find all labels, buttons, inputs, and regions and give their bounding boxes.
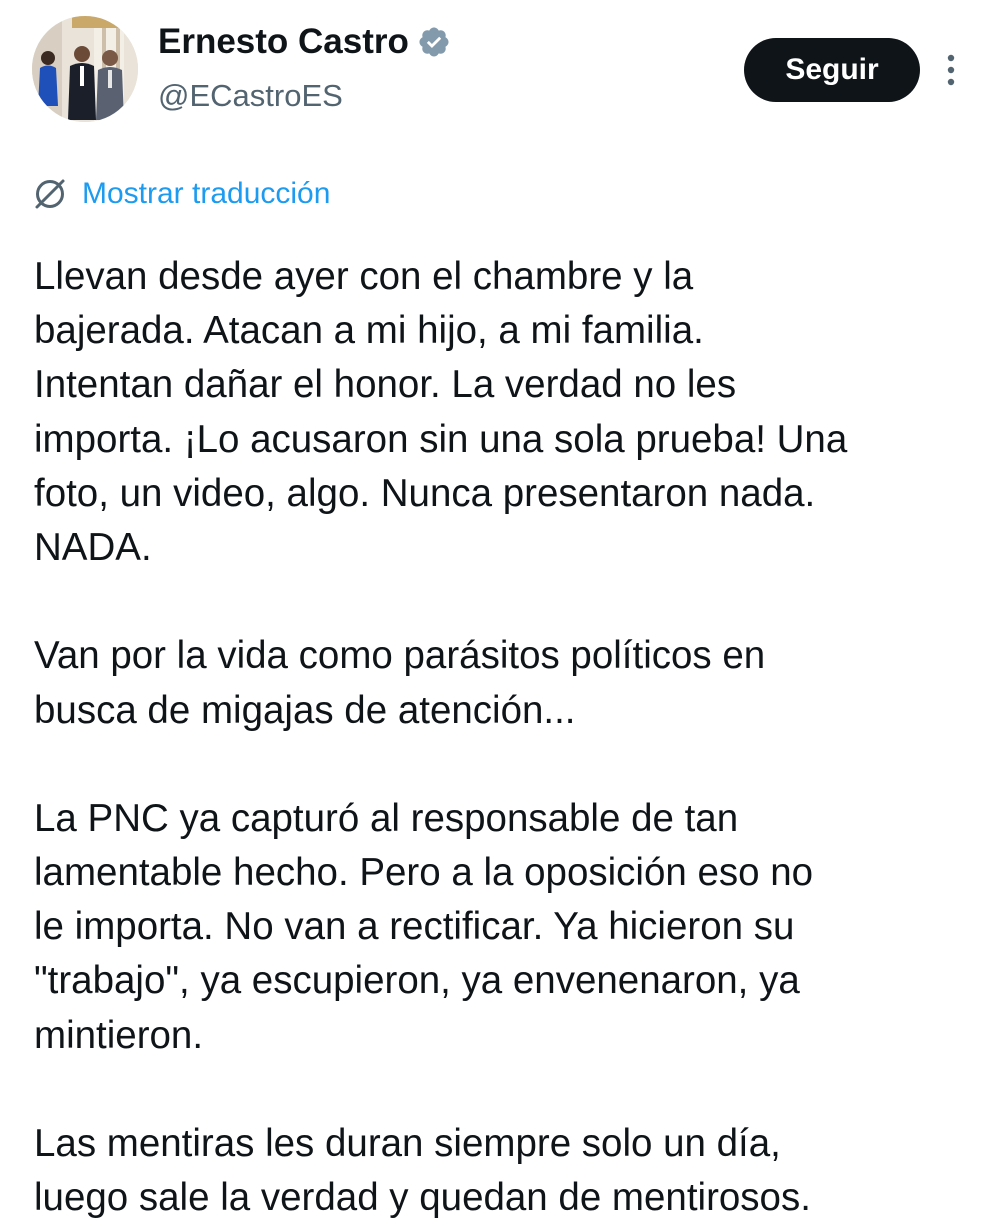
tweet-paragraph: Van por la vida como parásitos políticos… [34, 629, 984, 737]
author-handle[interactable]: @ECastroES [158, 78, 343, 114]
tweet-line: La PNC ya capturó al responsable de tan [34, 796, 739, 840]
tweet-line: le importa. No van a rectificar. Ya hici… [34, 905, 795, 949]
avatar[interactable] [32, 16, 138, 122]
more-options-icon[interactable] [936, 50, 966, 90]
show-translation-label[interactable]: Mostrar traducción [82, 177, 330, 211]
tweet-line: bajerada. Atacan a mi hijo, a mi familia… [34, 309, 704, 353]
author-name-row[interactable]: Ernesto Castro [158, 22, 451, 62]
tweet-line: "trabajo", ya escupieron, ya envenenaron… [34, 959, 800, 1003]
tweet-paragraph: La PNC ya capturó al responsable de tan … [34, 792, 984, 1063]
globe-slash-icon [32, 176, 68, 212]
tweet-line: foto, un video, algo. Nunca presentaron … [34, 471, 816, 515]
tweet-line: Llevan desde ayer con el chambre y la [34, 255, 694, 298]
tweet-line: NADA. [34, 525, 152, 569]
show-translation-link[interactable]: Mostrar traducción [32, 176, 330, 212]
tweet-line: Las mentiras les duran siempre solo un d… [34, 1122, 781, 1165]
tweet-line: busca de migajas de atención... [34, 688, 576, 732]
author-display-name[interactable]: Ernesto Castro [158, 22, 409, 62]
follow-button[interactable]: Seguir [744, 38, 920, 102]
tweet-line: luego sale la verdad y quedan de mentiro… [34, 1176, 811, 1220]
tweet-paragraph: Llevan desde ayer con el chambre y la ba… [34, 250, 984, 575]
tweet-line: importa. ¡Lo acusaron sin una sola prueb… [34, 417, 848, 461]
tweet-line: lamentable hecho. Pero a la oposición es… [34, 851, 814, 895]
verified-badge-icon [417, 25, 451, 59]
profile-photo-icon [32, 16, 138, 122]
tweet-line: Intentan dañar el honor. La verdad no le… [34, 363, 737, 407]
tweet-text: Llevan desde ayer con el chambre y la ba… [34, 250, 984, 1225]
tweet-header: Ernesto Castro @ECastroES Seguir [0, 0, 1004, 140]
tweet-line: mintieron. [34, 1013, 204, 1057]
tweet-paragraph: Las mentiras les duran siempre solo un d… [34, 1117, 984, 1225]
tweet-line: Van por la vida como parásitos políticos… [34, 634, 766, 678]
